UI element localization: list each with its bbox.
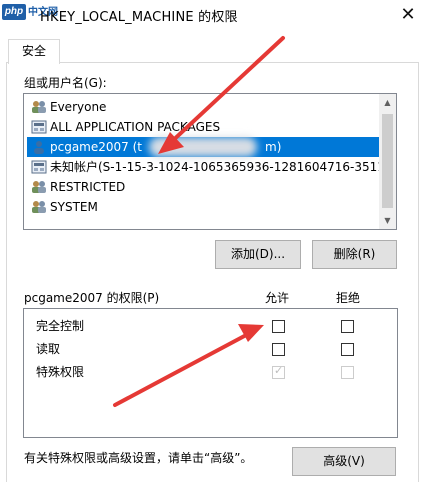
scroll-up-icon[interactable]: ▲ xyxy=(379,94,396,111)
delete-button[interactable]: 删除(R) xyxy=(312,240,397,269)
list-item[interactable]: SYSTEM xyxy=(27,197,380,217)
list-item[interactable]: RESTRICTED xyxy=(27,177,380,197)
user-icon xyxy=(34,141,44,154)
checkmark-icon: ✓ xyxy=(274,364,284,377)
vertical-scrollbar[interactable]: ▲ ▼ xyxy=(379,94,396,229)
package-icon xyxy=(31,160,47,174)
tab-security[interactable]: 安全 xyxy=(8,39,60,64)
scroll-down-icon[interactable]: ▼ xyxy=(379,212,396,229)
window-title: HKEY_LOCAL_MACHINE 的权限 xyxy=(40,10,238,25)
advanced-button[interactable]: 高级(V) xyxy=(292,447,396,476)
scroll-thumb[interactable] xyxy=(382,114,393,208)
permission-row: 特殊权限 ✓ xyxy=(24,359,397,381)
list-item-label-suffix: m) xyxy=(265,140,282,154)
group-list-label: 组或用户名(G): xyxy=(24,76,107,90)
allow-checkbox-disabled: ✓ xyxy=(272,364,285,379)
allow-checkbox[interactable] xyxy=(272,320,285,333)
deny-checkbox-disabled xyxy=(341,366,354,379)
close-icon[interactable]: ✕ xyxy=(391,0,425,30)
column-header-allow: 允许 xyxy=(265,291,290,305)
permissions-table: 完全控制 读取 特殊权限 ✓ xyxy=(23,308,398,438)
obscured-text-blur xyxy=(149,137,257,157)
allow-checkbox[interactable] xyxy=(272,343,285,356)
permissions-label: pcgame2007 的权限(P) xyxy=(24,291,160,305)
php-logo-watermark: php xyxy=(2,4,26,20)
group-user-list[interactable]: Everyone ALL APPLICATION PACKAGES pcgame… xyxy=(23,93,397,230)
list-item[interactable]: Everyone xyxy=(27,97,380,117)
list-item-selected[interactable]: pcgame2007 (t m) xyxy=(27,137,380,157)
advanced-hint-text: 有关特殊权限或高级设置，请单击“高级”。 xyxy=(24,451,253,465)
permission-name: 读取 xyxy=(36,342,61,356)
list-item-label: ALL APPLICATION PACKAGES xyxy=(50,120,221,134)
list-item[interactable]: ALL APPLICATION PACKAGES xyxy=(27,117,380,137)
users-group-icon xyxy=(32,181,46,193)
list-item-label: SYSTEM xyxy=(50,200,98,214)
list-item-label: RESTRICTED xyxy=(50,180,126,194)
add-button[interactable]: 添加(D)... xyxy=(215,240,301,269)
users-group-icon xyxy=(32,201,46,213)
list-item-label: Everyone xyxy=(50,100,107,114)
permission-row: 读取 xyxy=(24,336,397,358)
deny-checkbox[interactable] xyxy=(341,343,354,356)
column-header-deny: 拒绝 xyxy=(336,291,361,305)
permission-row: 完全控制 xyxy=(24,313,397,335)
users-group-icon xyxy=(32,101,46,113)
tab-strip: 安全 xyxy=(0,33,425,64)
title-bar: php 中文网 HKEY_LOCAL_MACHINE 的权限 ✕ xyxy=(0,0,425,33)
list-item-label: 未知帐户(S-1-15-3-1024-1065365936-1281604716… xyxy=(50,160,397,174)
deny-checkbox[interactable] xyxy=(341,320,354,333)
list-item-label: pcgame2007 (t xyxy=(50,140,142,154)
permission-name: 完全控制 xyxy=(36,319,85,333)
permission-name: 特殊权限 xyxy=(36,365,85,379)
list-item[interactable]: 未知帐户(S-1-15-3-1024-1065365936-1281604716… xyxy=(27,157,396,177)
package-icon xyxy=(31,120,47,134)
